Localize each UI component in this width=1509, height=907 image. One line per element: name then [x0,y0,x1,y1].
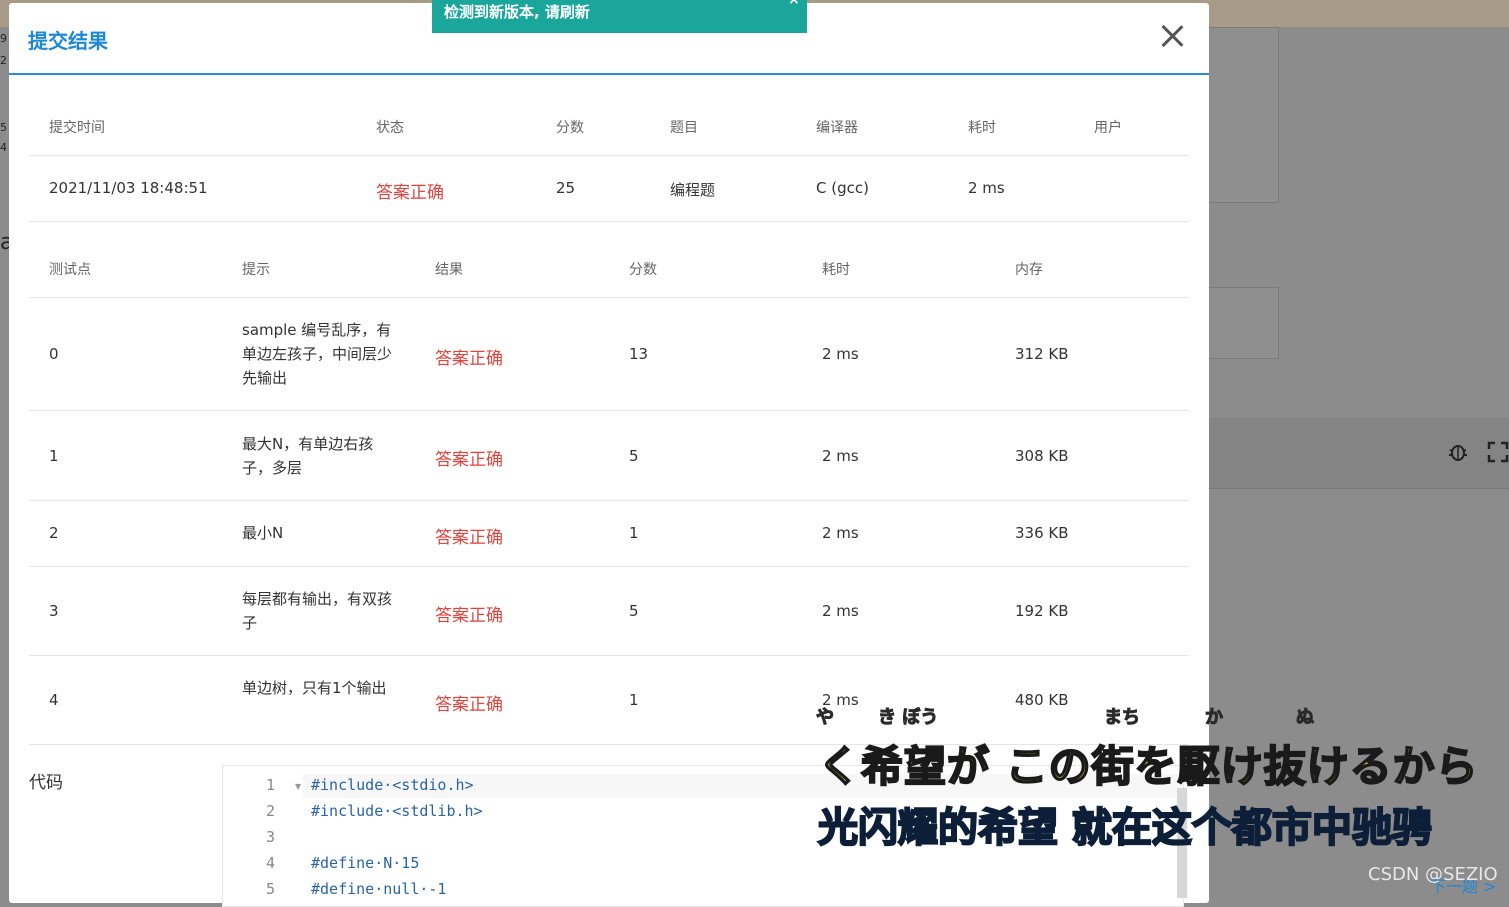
watermark: CSDN @SEZIO [1368,864,1498,885]
testpoint-time: 2 ms [822,447,859,465]
divider [29,566,1189,567]
subtitle-ruby: まち [1104,707,1141,729]
code-line: #define·null·-1 [311,880,447,898]
subtitle-ruby: き ぼう [877,707,939,729]
background-card [1205,287,1279,359]
background-card [1205,27,1279,203]
header-compiler: 编译器 [816,120,858,136]
submission-compiler: C (gcc) [816,179,869,197]
subtitle-chinese: 光闪耀的希望 就在这个都市中驰骋 [817,804,1433,852]
testpoint-hint: 最大N，有单边右孩子，多层 [242,435,374,477]
code-line: #include·<stdio.h> [311,776,474,794]
divider [29,410,1189,411]
testpoint-memory: 308 KB [1015,447,1069,465]
testpoint-result: 答案正确 [435,528,503,548]
testpoint-score: 13 [629,345,649,363]
testpoint-id: 2 [49,524,59,542]
header-hint: 提示 [242,262,270,278]
testpoint-memory: 312 KB [1015,345,1069,363]
testpoint-score: 1 [629,524,639,542]
divider [29,655,1189,656]
testpoint-id: 0 [49,345,59,363]
testpoint-memory: 192 KB [1015,602,1069,620]
submission-problem[interactable]: 编程题 [670,179,715,200]
testpoint-id: 4 [49,691,59,709]
code-line: #define·N·15 [311,854,420,872]
testpoint-time: 2 ms [822,345,859,363]
testpoint-score: 1 [629,691,639,709]
line-number: 4 [265,854,275,872]
subtitle-ruby: や [816,707,835,729]
testpoint-score: 5 [629,602,639,620]
header-status: 状态 [376,120,404,136]
testpoint-time: 2 ms [822,602,859,620]
header-problem: 题目 [670,120,698,136]
divider [29,297,1189,298]
toast-close-icon[interactable]: × [788,0,800,8]
header-score: 分数 [629,262,657,278]
subtitle-ruby: か [1205,707,1224,729]
subtitle-japanese: く希望が この街を駆け抜けるから [817,741,1479,792]
divider [29,155,1189,156]
header-testpoint: 测试点 [49,262,91,278]
code-line: #include·<stdlib.h> [311,802,483,820]
header-time: 耗时 [822,262,850,278]
testpoint-hint: sample 编号乱序，有单边左孩子，中间层少先输出 [242,321,393,387]
close-icon[interactable] [1159,23,1185,49]
testpoint-result: 答案正确 [435,695,503,715]
fullscreen-icon[interactable] [1487,441,1509,468]
modal-title: 提交结果 [28,29,108,53]
header-submit-time: 提交时间 [49,120,105,136]
line-number: 2 [265,802,275,820]
header-elapsed: 耗时 [968,120,996,136]
submission-time: 2021/11/03 18:48:51 [49,179,208,197]
header-memory: 内存 [1015,262,1043,278]
divider [29,221,1189,222]
header-score: 分数 [556,120,584,136]
submission-score: 25 [556,179,576,197]
testpoint-memory: 336 KB [1015,524,1069,542]
testpoint-memory: 480 KB [1015,691,1069,709]
fold-arrow-icon[interactable]: ▼ [295,782,301,791]
header-user: 用户 [1094,120,1122,136]
bug-icon[interactable] [1447,441,1469,468]
testpoint-score: 5 [629,447,639,465]
testpoint-result: 答案正确 [435,606,503,626]
testpoint-hint: 最小N [242,524,284,542]
testpoint-hint: 每层都有输出，有双孩子 [242,590,393,632]
line-number: 5 [265,880,275,898]
divider [29,500,1189,501]
header-result: 结果 [435,262,463,278]
testpoint-id: 3 [49,602,59,620]
code-label: 代码 [29,773,63,793]
subtitle-ruby: ぬ [1296,707,1315,729]
testpoint-hint: 单边树，只有1个输出 [242,679,387,697]
testpoint-result: 答案正确 [435,349,503,369]
testpoint-time: 2 ms [822,524,859,542]
line-number: 3 [265,828,275,846]
submission-status: 答案正确 [376,183,444,203]
line-number: 1 [265,776,275,794]
testpoint-id: 1 [49,447,59,465]
testpoint-result: 答案正确 [435,450,503,470]
submission-elapsed: 2 ms [968,179,1005,197]
line-number-gutter: 1 2 3 4 5 ▼ [223,766,303,906]
update-toast: 检测到新版本, 请刷新 × [432,0,807,33]
toast-message: 检测到新版本, 请刷新 [444,3,590,21]
